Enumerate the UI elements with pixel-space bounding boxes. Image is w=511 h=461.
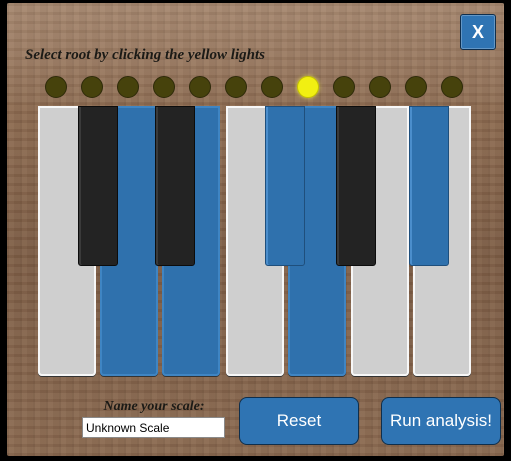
root-light-g[interactable] [297,76,319,98]
close-button[interactable]: X [460,14,496,50]
root-light-e[interactable] [189,76,211,98]
piano-key-g-sharp[interactable] [336,106,376,266]
root-light-c-sharp[interactable] [81,76,103,98]
root-light-b[interactable] [441,76,463,98]
scale-builder-panel: X Select root by clicking the yellow lig… [7,3,504,456]
piano-key-f-sharp[interactable] [265,106,305,266]
piano-key-c-sharp[interactable] [78,106,118,266]
root-light-f[interactable] [225,76,247,98]
scale-name-input[interactable] [82,417,225,438]
run-analysis-button[interactable]: Run analysis! [381,397,501,445]
piano-keyboard [38,106,474,378]
root-lights [45,76,475,98]
root-light-f-sharp[interactable] [261,76,283,98]
piano-key-a-sharp[interactable] [409,106,449,266]
root-light-g-sharp[interactable] [333,76,355,98]
root-light-a-sharp[interactable] [405,76,427,98]
root-light-d-sharp[interactable] [153,76,175,98]
root-light-d[interactable] [117,76,139,98]
app-window: X Select root by clicking the yellow lig… [0,0,511,461]
close-icon: X [471,21,484,42]
root-light-c[interactable] [45,76,67,98]
scale-name-label: Name your scale: [103,399,205,414]
root-instruction: Select root by clicking the yellow light… [25,47,265,63]
root-light-a[interactable] [369,76,391,98]
piano-key-d-sharp[interactable] [155,106,195,266]
reset-button[interactable]: Reset [239,397,359,445]
